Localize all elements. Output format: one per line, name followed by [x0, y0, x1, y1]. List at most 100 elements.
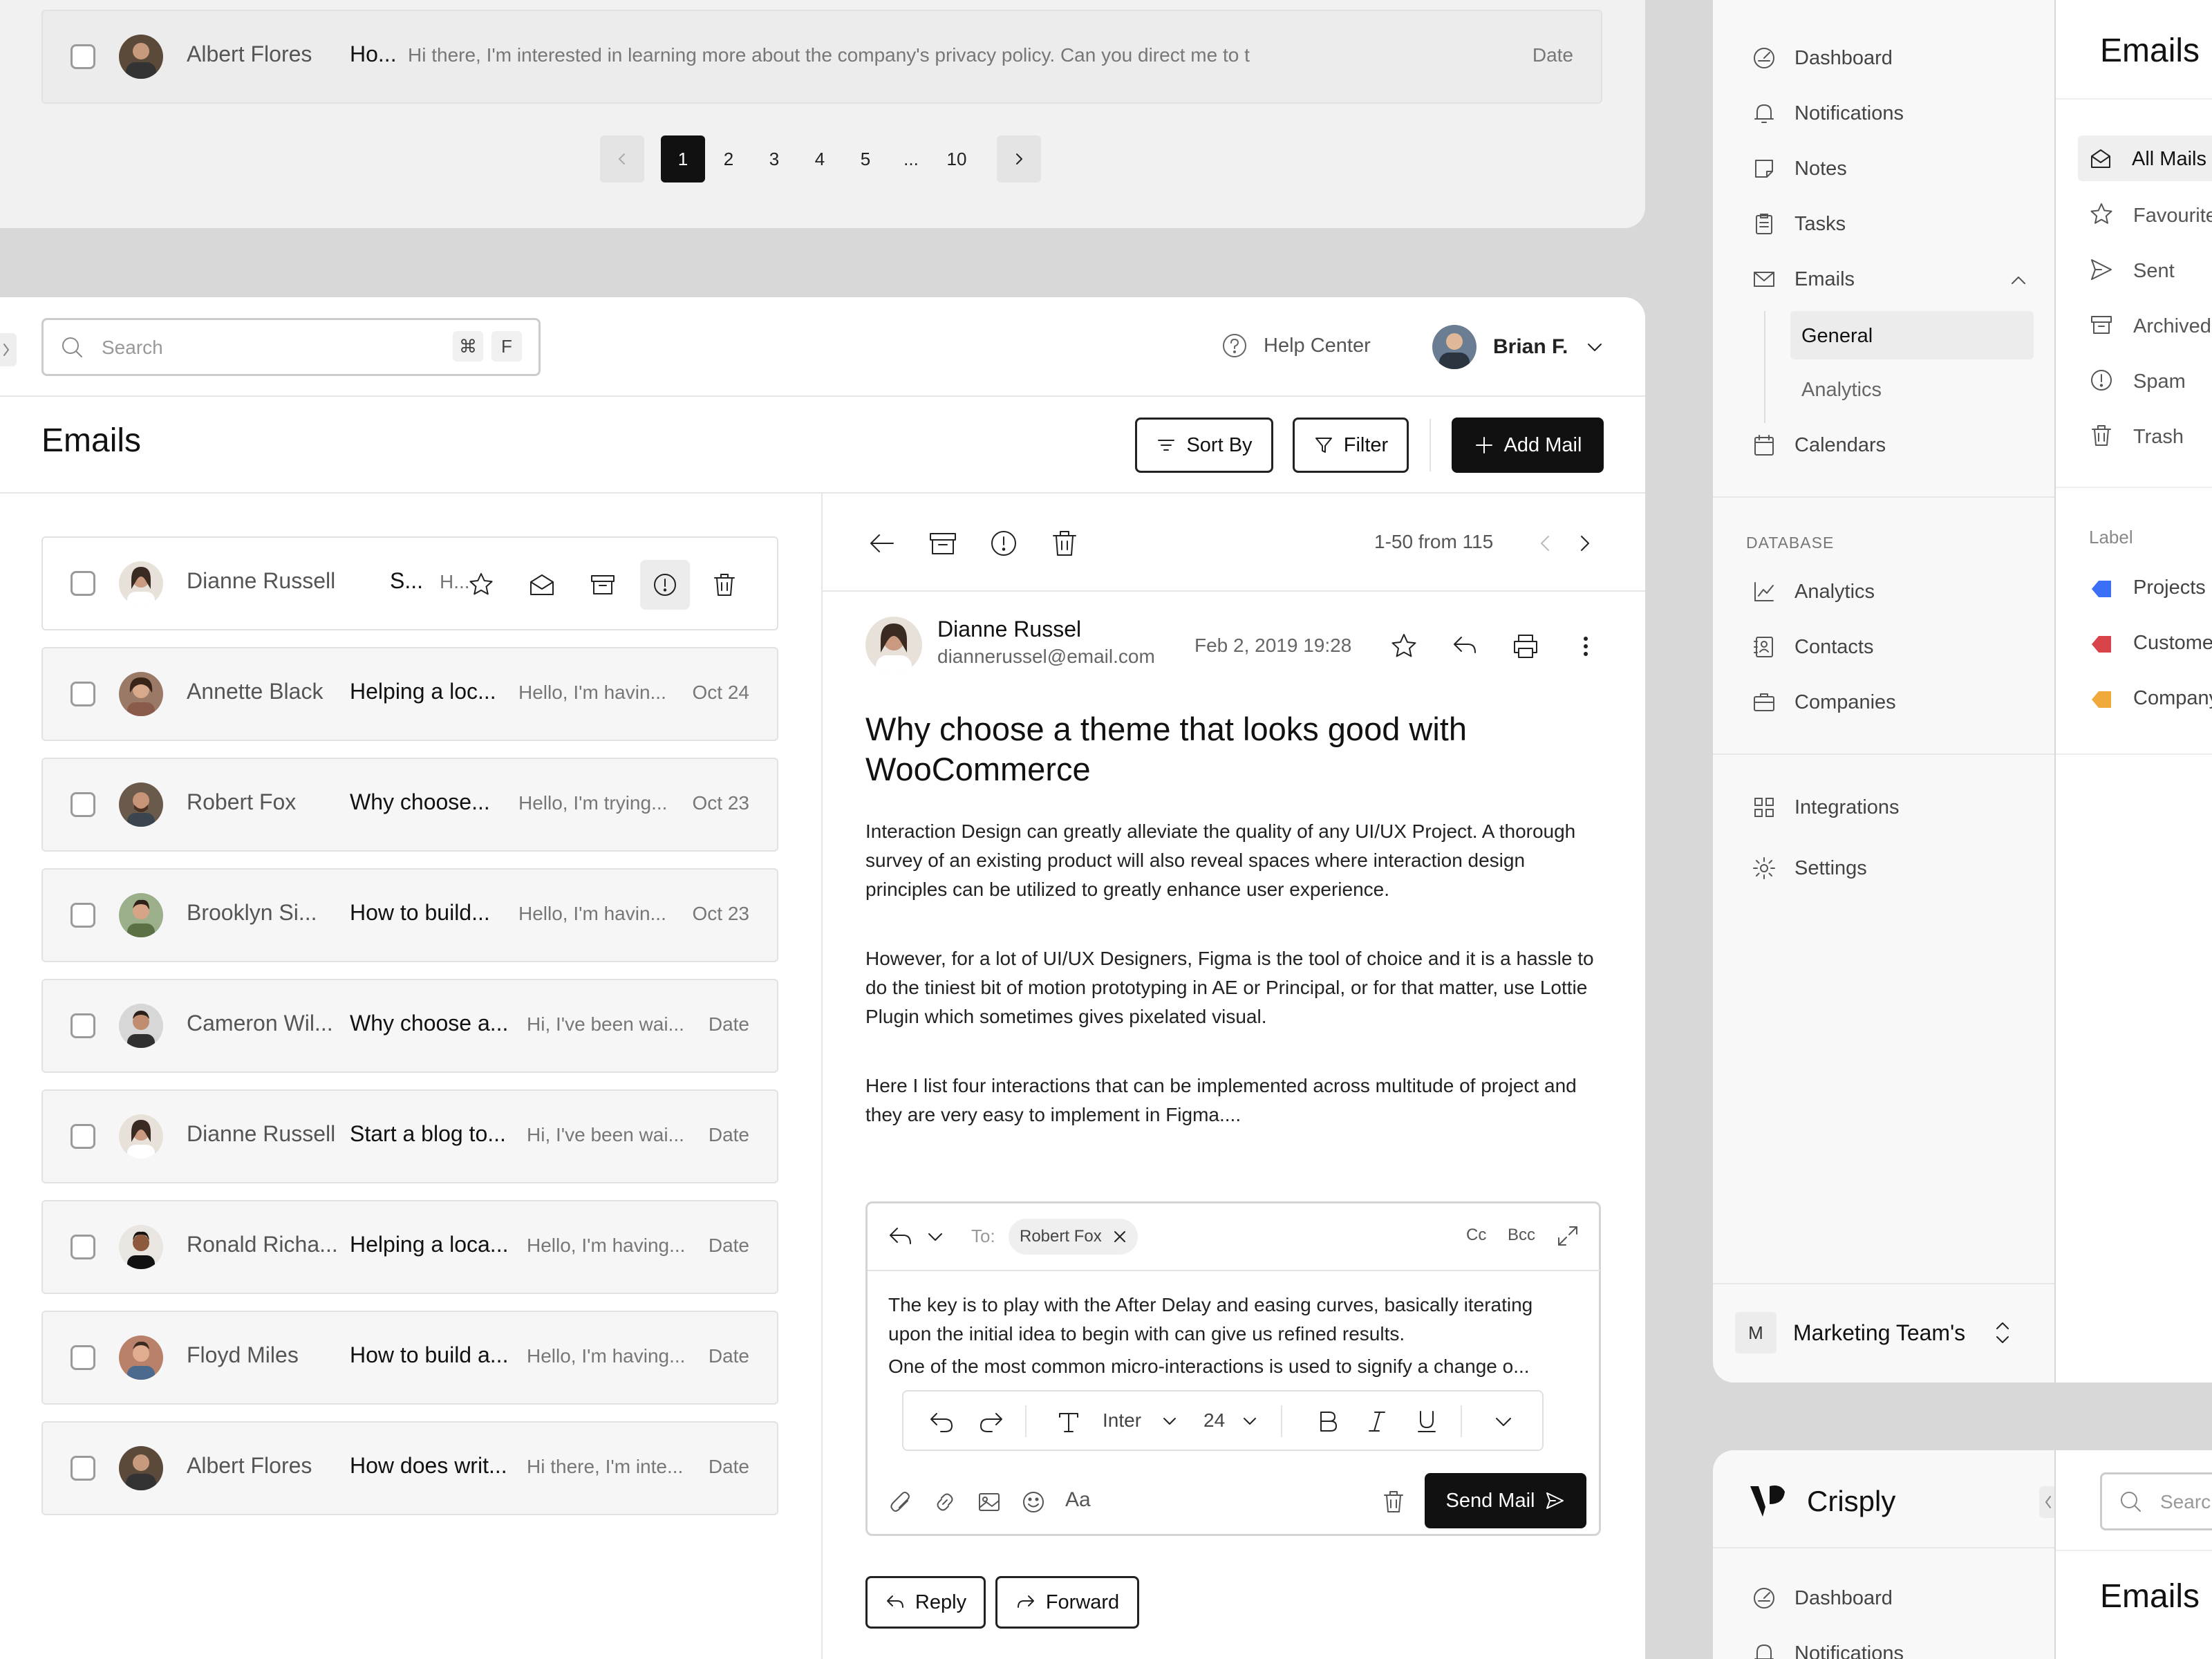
sidebar-item-db-analytics[interactable]: Analytics: [1752, 579, 1875, 604]
trash-icon[interactable]: [1049, 528, 1080, 559]
chevron-up-icon[interactable]: [2009, 271, 2034, 296]
folder-spam[interactable]: Spam: [2133, 371, 2186, 393]
sidebar-item-dashboard[interactable]: Dashboard: [1752, 1586, 1893, 1611]
trash-icon[interactable]: [711, 571, 738, 599]
sidebar-item-settings[interactable]: Settings: [1752, 856, 1867, 881]
sidebar-subitem-general[interactable]: General: [1790, 311, 2034, 359]
email-row[interactable]: Dianne Russell Start a blog to... Hi, I'…: [41, 1089, 778, 1183]
chevron-right-icon[interactable]: [1573, 532, 1595, 554]
email-row[interactable]: Ronald Richa... Helping a loca... Hello,…: [41, 1200, 778, 1294]
reply-icon[interactable]: [887, 1223, 915, 1250]
row-checkbox[interactable]: [71, 682, 95, 706]
email-row[interactable]: Annette Black Helping a loc... Hello, I'…: [41, 647, 778, 741]
font-size-select[interactable]: 24: [1203, 1409, 1225, 1432]
team-switcher[interactable]: M Marketing Team's: [1735, 1308, 2039, 1358]
reply-icon[interactable]: [1450, 632, 1479, 661]
emoji-icon[interactable]: [1021, 1490, 1046, 1515]
collapse-toggle[interactable]: [2039, 1486, 2054, 1518]
sidebar-item-integrations[interactable]: Integrations: [1752, 795, 1900, 820]
row-checkbox[interactable]: [71, 792, 95, 817]
next-page-button[interactable]: [997, 135, 1041, 182]
underline-icon[interactable]: [1414, 1408, 1440, 1434]
chevron-down-icon[interactable]: [1241, 1412, 1259, 1430]
link-icon[interactable]: [932, 1490, 957, 1515]
page-2[interactable]: 2: [706, 135, 751, 182]
sidebar-item-calendars[interactable]: Calendars: [1752, 433, 1886, 458]
sidebar-subitem-analytics[interactable]: Analytics: [1801, 379, 1882, 402]
row-checkbox[interactable]: [71, 1124, 95, 1149]
filter-button[interactable]: Filter: [1293, 418, 1409, 473]
mark-read-icon[interactable]: [528, 571, 556, 599]
undo-icon[interactable]: [928, 1408, 955, 1434]
redo-icon[interactable]: [978, 1408, 1004, 1434]
reply-button[interactable]: Reply: [865, 1576, 986, 1629]
folder-archived[interactable]: Archived: [2133, 315, 2211, 338]
chevron-down-icon[interactable]: [926, 1227, 945, 1246]
image-icon[interactable]: [977, 1490, 1002, 1515]
star-icon[interactable]: [1389, 632, 1418, 661]
forward-button[interactable]: Forward: [995, 1576, 1139, 1629]
close-icon[interactable]: [1112, 1228, 1128, 1245]
sidebar-item-dashboard[interactable]: Dashboard: [1752, 46, 1893, 71]
italic-icon[interactable]: [1364, 1408, 1390, 1434]
label-projects[interactable]: Projects: [2133, 577, 2206, 599]
archive-icon[interactable]: [928, 528, 958, 559]
attachment-icon[interactable]: [888, 1490, 913, 1515]
sidebar-item-emails[interactable]: Emails: [1752, 267, 2028, 292]
star-icon[interactable]: [2089, 202, 2114, 227]
page-10[interactable]: 10: [935, 135, 979, 182]
email-row[interactable]: Brooklyn Si... How to build... Hello, I'…: [41, 868, 778, 962]
sort-by-button[interactable]: Sort By: [1135, 418, 1273, 473]
page-5[interactable]: 5: [843, 135, 888, 182]
row-checkbox[interactable]: [71, 571, 95, 596]
add-mail-button[interactable]: Add Mail: [1452, 418, 1604, 473]
trash-icon[interactable]: [1380, 1488, 1407, 1515]
sidebar-item-notifications[interactable]: Notifications: [1752, 1641, 1904, 1659]
page-1[interactable]: 1: [661, 135, 705, 182]
row-checkbox[interactable]: [71, 1345, 95, 1370]
folder-trash[interactable]: Trash: [2133, 426, 2184, 449]
more-vertical-icon[interactable]: [1577, 632, 1594, 661]
row-checkbox[interactable]: [71, 1235, 95, 1259]
chevron-down-icon[interactable]: [1492, 1411, 1515, 1433]
help-center-link[interactable]: Help Center: [1221, 332, 1371, 359]
trash-icon[interactable]: [2089, 423, 2114, 448]
font-family-select[interactable]: Inter: [1103, 1409, 1141, 1432]
send-icon[interactable]: [2089, 257, 2114, 282]
label-customer[interactable]: Customer: [2133, 632, 2212, 655]
row-checkbox[interactable]: [71, 903, 95, 928]
spam-icon[interactable]: [988, 528, 1019, 559]
sidebar-item-contacts[interactable]: Contacts: [1752, 635, 1873, 659]
archive-icon[interactable]: [589, 571, 617, 599]
recipient-chip[interactable]: Robert Fox: [1009, 1219, 1138, 1255]
chevron-down-icon[interactable]: [1161, 1412, 1179, 1430]
email-row[interactable]: Dianne Russell S... H...: [41, 536, 778, 630]
search-box[interactable]: Search: [2100, 1472, 2212, 1530]
email-row[interactable]: Robert Fox Why choose... Hello, I'm tryi…: [41, 758, 778, 852]
email-row[interactable]: Cameron Wil... Why choose a... Hi, I've …: [41, 979, 778, 1073]
archive-icon[interactable]: [2089, 312, 2114, 337]
sidebar-item-companies[interactable]: Companies: [1752, 690, 1896, 715]
row-checkbox[interactable]: [71, 1013, 95, 1038]
text-style-icon[interactable]: Aa: [1065, 1488, 1091, 1512]
print-icon[interactable]: [1511, 632, 1540, 661]
reply-text[interactable]: The key is to play with the After Delay …: [888, 1291, 1580, 1349]
cc-button[interactable]: Cc: [1466, 1226, 1486, 1245]
spam-icon[interactable]: [2089, 368, 2114, 393]
spam-button[interactable]: [640, 560, 690, 610]
sidebar-item-notes[interactable]: Notes: [1752, 156, 1847, 181]
reply-text[interactable]: One of the most common micro-interaction…: [888, 1353, 1580, 1380]
folder-favourite[interactable]: Favourite: [2133, 205, 2212, 227]
page-4[interactable]: 4: [798, 135, 842, 182]
bold-icon[interactable]: [1314, 1408, 1340, 1434]
back-arrow-icon[interactable]: [867, 528, 897, 559]
folder-all-mails[interactable]: All Mails: [2078, 135, 2212, 181]
email-row[interactable]: Floyd Miles How to build a... Hello, I'm…: [41, 1311, 778, 1405]
label-company[interactable]: Company: [2133, 687, 2212, 710]
chevron-left-icon[interactable]: [1535, 532, 1557, 554]
row-checkbox[interactable]: [71, 1456, 95, 1481]
send-mail-button[interactable]: Send Mail: [1425, 1473, 1586, 1528]
email-row[interactable]: Albert Flores Ho... Hi there, I'm intere…: [41, 10, 1602, 104]
page-3[interactable]: 3: [752, 135, 796, 182]
bcc-button[interactable]: Bcc: [1508, 1226, 1535, 1245]
